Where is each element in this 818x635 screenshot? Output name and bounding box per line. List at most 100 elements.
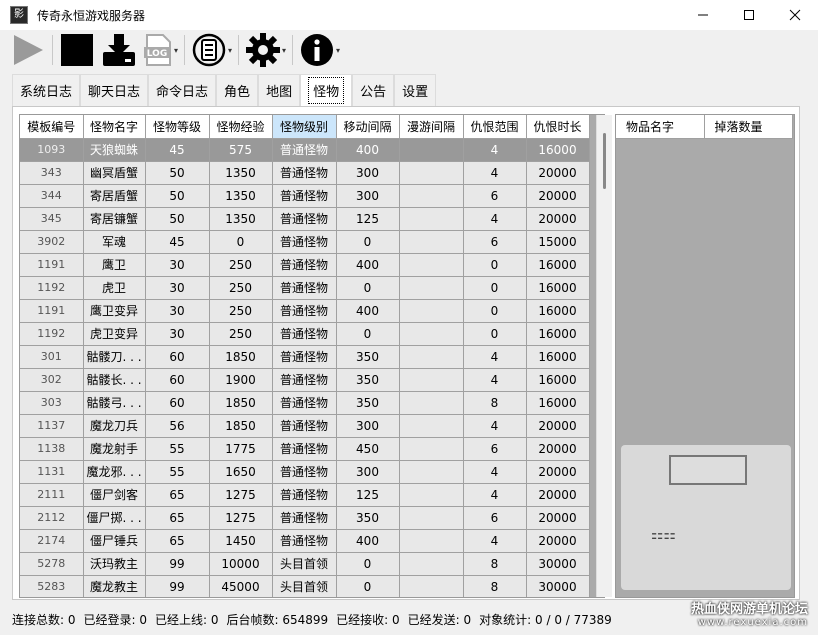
table-cell[interactable]: 幽冥盾蟹: [83, 161, 146, 185]
table-cell[interactable]: 普通怪物: [272, 230, 337, 254]
table-cell[interactable]: 16000: [526, 276, 590, 300]
table-cell[interactable]: 300: [336, 460, 400, 484]
table-cell[interactable]: 575: [209, 138, 273, 162]
table-cell[interactable]: 250: [209, 299, 273, 323]
table-cell[interactable]: 250: [209, 322, 273, 346]
table-cell[interactable]: 8: [463, 552, 527, 576]
table-cell[interactable]: 400: [336, 529, 400, 553]
tab-4[interactable]: 地图: [258, 74, 301, 106]
table-row[interactable]: 3902 军魂 45 0 普通怪物 0 6 15000: [20, 230, 590, 254]
table-cell[interactable]: 30: [145, 253, 210, 277]
table-cell[interactable]: 125: [336, 207, 400, 231]
scrollbar-thumb[interactable]: [603, 133, 606, 189]
table-cell[interactable]: [399, 138, 464, 162]
table-cell[interactable]: 6: [463, 230, 527, 254]
table-cell[interactable]: 15000: [526, 230, 590, 254]
table-cell[interactable]: [399, 391, 464, 415]
table-cell[interactable]: 头目首领: [272, 575, 337, 597]
table-row[interactable]: 1137 魔龙刀兵 56 1850 普通怪物 300 4 20000: [20, 414, 590, 438]
table-cell[interactable]: [399, 322, 464, 346]
table-cell[interactable]: 5278: [20, 552, 84, 576]
table-cell[interactable]: 6: [463, 437, 527, 461]
table-row[interactable]: 5283 魔龙教主 99 45000 头目首领 0 8 30000: [20, 575, 590, 597]
table-cell[interactable]: 普通怪物: [272, 460, 337, 484]
table-cell[interactable]: 普通怪物: [272, 529, 337, 553]
table-cell[interactable]: 4: [463, 483, 527, 507]
table-row[interactable]: 1191 鹰卫变异 30 250 普通怪物 400 0 16000: [20, 299, 590, 323]
table-cell[interactable]: 350: [336, 368, 400, 392]
table-cell[interactable]: 99: [145, 552, 210, 576]
table-cell[interactable]: [399, 276, 464, 300]
table-cell[interactable]: 2112: [20, 506, 84, 530]
column-header[interactable]: 仇恨时长: [526, 115, 590, 139]
table-cell[interactable]: 沃玛教主: [83, 552, 146, 576]
table-row[interactable]: 343 幽冥盾蟹 50 1350 普通怪物 300 4 20000: [20, 161, 590, 185]
table-row[interactable]: 345 寄居镰蟹 50 1350 普通怪物 125 4 20000: [20, 207, 590, 231]
table-cell[interactable]: 1131: [20, 460, 84, 484]
drop-column-header[interactable]: 物品名字: [616, 115, 705, 139]
table-cell[interactable]: 0: [336, 552, 400, 576]
table-cell[interactable]: 16000: [526, 368, 590, 392]
monster-grid[interactable]: 模板编号 怪物名字 怪物等级 怪物经验 怪物级别 移动间隔 漫游间隔 仇恨范围 仇恨时长 109…: [19, 114, 605, 598]
log-button[interactable]: LOG ▾: [143, 32, 178, 68]
table-cell[interactable]: 30000: [526, 575, 590, 597]
table-row[interactable]: 2174 僵尸锤兵 65 1450 普通怪物 400 4 20000: [20, 529, 590, 553]
table-cell[interactable]: 1093: [20, 138, 84, 162]
table-cell[interactable]: [399, 161, 464, 185]
table-cell[interactable]: 302: [20, 368, 84, 392]
tab-3[interactable]: 角色: [216, 74, 259, 106]
table-cell[interactable]: 65: [145, 483, 210, 507]
table-cell[interactable]: [399, 299, 464, 323]
table-cell[interactable]: 魔龙刀兵: [83, 414, 146, 438]
table-cell[interactable]: 16000: [526, 253, 590, 277]
table-cell[interactable]: 1350: [209, 184, 273, 208]
table-row[interactable]: 2112 僵尸掷. . . 65 1275 普通怪物 350 6 20000: [20, 506, 590, 530]
table-cell[interactable]: 6: [463, 506, 527, 530]
table-cell[interactable]: 天狼蜘蛛: [83, 138, 146, 162]
table-cell[interactable]: 20000: [526, 414, 590, 438]
table-cell[interactable]: 55: [145, 437, 210, 461]
save-button[interactable]: [101, 32, 137, 68]
table-cell[interactable]: 20000: [526, 184, 590, 208]
table-cell[interactable]: [399, 437, 464, 461]
table-cell[interactable]: 4: [463, 460, 527, 484]
table-cell[interactable]: 45: [145, 138, 210, 162]
table-cell[interactable]: 60: [145, 368, 210, 392]
table-cell[interactable]: 普通怪物: [272, 161, 337, 185]
table-cell[interactable]: 300: [336, 414, 400, 438]
table-cell[interactable]: 350: [336, 345, 400, 369]
table-cell[interactable]: 350: [336, 391, 400, 415]
table-cell[interactable]: 20000: [526, 460, 590, 484]
table-cell[interactable]: 1850: [209, 391, 273, 415]
table-cell[interactable]: 普通怪物: [272, 138, 337, 162]
column-header[interactable]: 模板编号: [20, 115, 84, 139]
table-cell[interactable]: 普通怪物: [272, 391, 337, 415]
table-row[interactable]: 301 骷髅刀. . . 60 1850 普通怪物 350 4 16000: [20, 345, 590, 369]
table-cell[interactable]: 1850: [209, 414, 273, 438]
table-cell[interactable]: 4: [463, 345, 527, 369]
table-cell[interactable]: 鹰卫: [83, 253, 146, 277]
table-cell[interactable]: 普通怪物: [272, 322, 337, 346]
table-cell[interactable]: 50: [145, 184, 210, 208]
table-cell[interactable]: 2111: [20, 483, 84, 507]
chevron-down-icon[interactable]: ▾: [228, 46, 232, 55]
table-cell[interactable]: 45: [145, 230, 210, 254]
stop-server-button[interactable]: [59, 32, 95, 68]
table-cell[interactable]: 16000: [526, 299, 590, 323]
column-header[interactable]: 怪物经验: [209, 115, 273, 139]
start-server-button[interactable]: [10, 32, 46, 68]
table-row[interactable]: 344 寄居盾蟹 50 1350 普通怪物 300 6 20000: [20, 184, 590, 208]
table-cell[interactable]: 343: [20, 161, 84, 185]
column-header[interactable]: 漫游间隔: [399, 115, 464, 139]
chevron-down-icon[interactable]: ▾: [174, 46, 178, 55]
table-row[interactable]: 1192 虎卫变异 30 250 普通怪物 0 0 16000: [20, 322, 590, 346]
table-cell[interactable]: 30000: [526, 552, 590, 576]
table-cell[interactable]: 1650: [209, 460, 273, 484]
table-cell[interactable]: 1275: [209, 506, 273, 530]
table-cell[interactable]: 寄居盾蟹: [83, 184, 146, 208]
table-cell[interactable]: [399, 483, 464, 507]
table-cell[interactable]: 20000: [526, 529, 590, 553]
table-cell[interactable]: 20000: [526, 506, 590, 530]
tab-6[interactable]: 公告: [352, 74, 395, 106]
column-header[interactable]: 仇恨范围: [463, 115, 527, 139]
